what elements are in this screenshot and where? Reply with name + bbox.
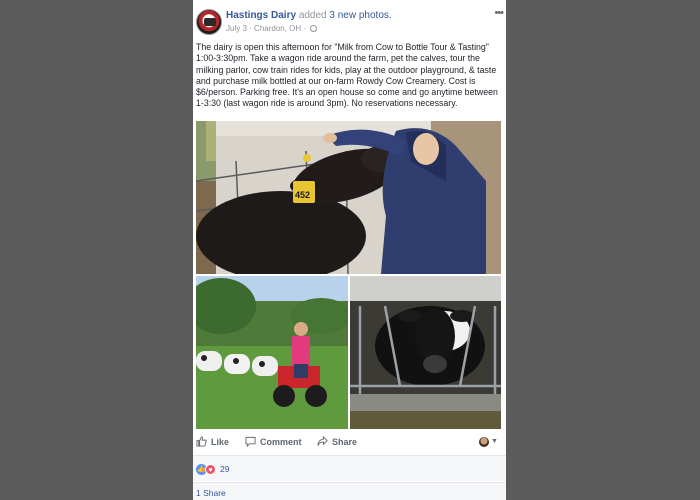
shares-bar: 1 Share — [193, 482, 506, 500]
reactions-bar: 👍 ♥ 29 — [193, 455, 506, 481]
post-text: The dairy is open this afternoon for "Mi… — [196, 42, 498, 109]
comment-button[interactable]: Comment — [245, 436, 302, 448]
photo-cows-in-barn[interactable] — [350, 276, 501, 429]
page-avatar[interactable] — [196, 9, 222, 35]
viewer-avatar[interactable] — [479, 437, 489, 447]
photos-link[interactable]: 3 new photos. — [329, 10, 391, 21]
calf-ear-tag: 452 — [295, 190, 310, 200]
love-reaction-icon[interactable]: ♥ — [205, 464, 216, 475]
cow-logo-icon — [204, 18, 216, 26]
share-button[interactable]: Share — [317, 435, 358, 447]
post-location[interactable]: Chardon, OH — [254, 24, 301, 33]
like-button[interactable]: Like — [196, 436, 229, 447]
thumbs-up-icon — [196, 436, 207, 447]
post-header: Hastings Dairy added 3 new photos. July … — [193, 0, 506, 40]
chevron-down-icon[interactable]: ▼ — [491, 438, 498, 445]
page-name-link[interactable]: Hastings Dairy — [226, 10, 296, 21]
post-actions-bar: Like Comment Share ▼ — [193, 433, 506, 453]
meta-separator: · — [303, 24, 307, 33]
share-label: Share — [332, 437, 358, 447]
comment-label: Comment — [260, 437, 302, 447]
photo-cow-train[interactable] — [196, 276, 348, 429]
facebook-post: Hastings Dairy added 3 new photos. July … — [193, 0, 506, 500]
more-horizontal-icon[interactable]: ••• — [494, 7, 504, 19]
like-label: Like — [211, 437, 230, 447]
meta-separator: · — [249, 24, 252, 33]
post-date[interactable]: July 3 — [226, 24, 247, 33]
post-title-line: Hastings Dairy added 3 new photos. — [226, 10, 392, 21]
reaction-count[interactable]: 29 — [220, 464, 229, 474]
comment-icon — [245, 436, 256, 448]
added-text: added — [298, 10, 327, 21]
share-icon — [317, 435, 328, 446]
post-meta: July 3 · Chardon, OH · — [226, 24, 318, 33]
share-count[interactable]: 1 Share — [196, 488, 226, 498]
globe-icon — [310, 25, 318, 32]
photo-calf-and-child[interactable]: 452 — [196, 121, 501, 274]
